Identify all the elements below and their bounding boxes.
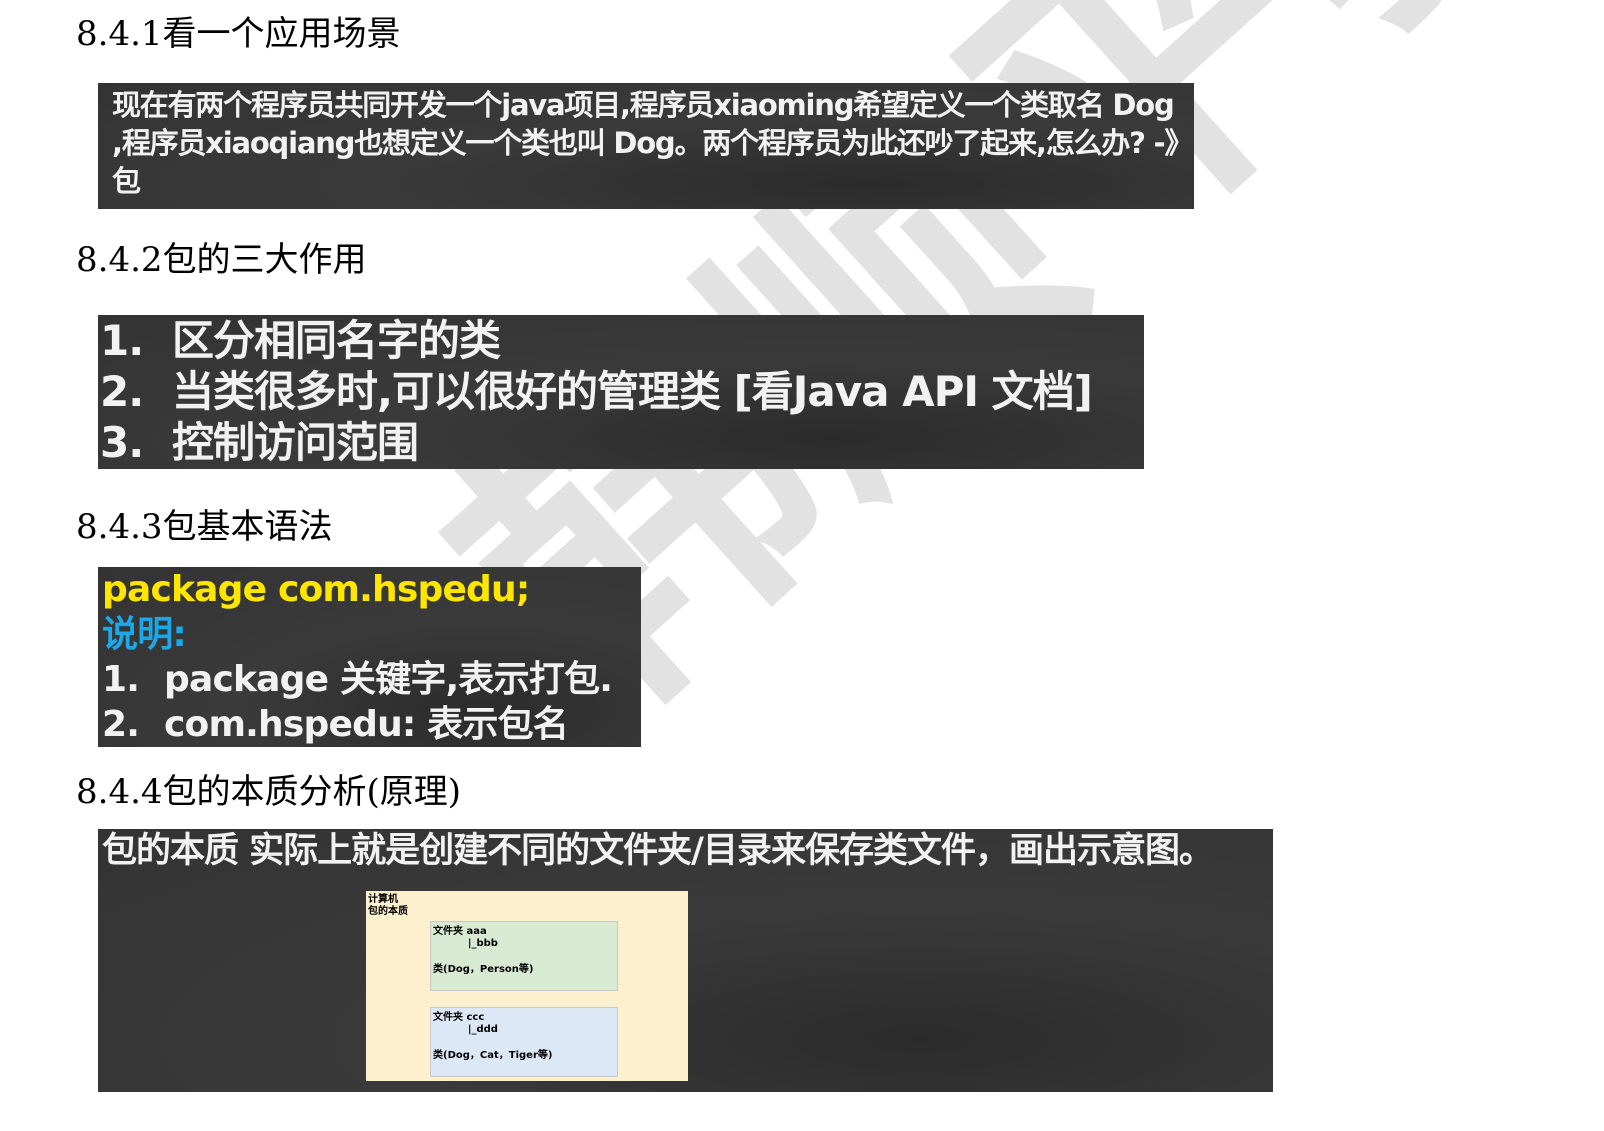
subfolder-name: |_bbb xyxy=(433,938,498,949)
class-list: 类(Dog，Cat，Tiger等) xyxy=(433,1050,553,1061)
syntax-panel: package com.hspedu; 说明: 1. package 关键字,表… xyxy=(98,567,641,747)
subfolder-name: |_ddd xyxy=(433,1024,498,1035)
heading-8-4-3: 8.4.3包基本语法 xyxy=(76,507,333,547)
class-list: 类(Dog，Person等) xyxy=(433,964,534,975)
folder-diagram: 计算机 包的本质 文件夹 aaa |_bbb 类(Dog，Person等) 文件… xyxy=(366,891,688,1081)
list-text: package 关键字,表示打包. xyxy=(164,659,613,700)
computer-label: 计算机 xyxy=(368,894,398,905)
essence-panel: 包的本质 实际上就是创建不同的文件夹/目录来保存类文件，画出示意图。 计算机 包… xyxy=(98,829,1273,1092)
list-number: 3. xyxy=(100,418,144,467)
list-item: 2. com.hspedu: 表示包名 xyxy=(102,702,641,747)
list-text: com.hspedu: 表示包名 xyxy=(164,704,569,745)
list-text: 控制访问范围 xyxy=(172,418,419,467)
list-item: 1. 区分相同名字的类 xyxy=(100,315,1144,366)
list-number: 2. xyxy=(100,367,144,416)
folder-name: 文件夹 ccc xyxy=(433,1012,485,1023)
list-item: 2. 当类很多时,可以很好的管理类 [看Java API 文档] xyxy=(100,366,1144,417)
explanation-label: 说明: xyxy=(102,614,187,655)
list-number: 1. xyxy=(102,659,140,700)
package-uses-panel: 1. 区分相同名字的类 2. 当类很多时,可以很好的管理类 [看Java API… xyxy=(98,315,1144,469)
heading-8-4-2: 8.4.2包的三大作用 xyxy=(76,240,367,280)
list-number: 1. xyxy=(100,316,144,365)
essence-title: 包的本质 实际上就是创建不同的文件夹/目录来保存类文件，画出示意图。 xyxy=(102,831,1214,871)
list-item: 3. 控制访问范围 xyxy=(100,417,1144,468)
heading-8-4-1: 8.4.1看一个应用场景 xyxy=(76,14,401,54)
list-text: 当类很多时,可以很好的管理类 [看Java API 文档] xyxy=(172,367,1093,416)
folder-box-aaa: 文件夹 aaa |_bbb 类(Dog，Person等) xyxy=(430,921,618,991)
essence-label: 包的本质 xyxy=(368,906,408,917)
list-item: 1. package 关键字,表示打包. xyxy=(102,657,641,702)
list-number: 2. xyxy=(102,704,140,745)
scenario-panel: 现在有两个程序员共同开发一个java项目,程序员xiaoming希望定义一个类取… xyxy=(98,83,1194,209)
package-code: package com.hspedu; xyxy=(102,569,530,610)
folder-name: 文件夹 aaa xyxy=(433,926,487,937)
folder-box-ccc: 文件夹 ccc |_ddd 类(Dog，Cat，Tiger等) xyxy=(430,1007,618,1077)
diagram-label: 计算机 包的本质 xyxy=(368,894,408,918)
heading-8-4-4: 8.4.4包的本质分析(原理) xyxy=(76,772,462,812)
scenario-text: 现在有两个程序员共同开发一个java项目,程序员xiaoming希望定义一个类取… xyxy=(112,88,1179,198)
list-text: 区分相同名字的类 xyxy=(172,316,501,365)
